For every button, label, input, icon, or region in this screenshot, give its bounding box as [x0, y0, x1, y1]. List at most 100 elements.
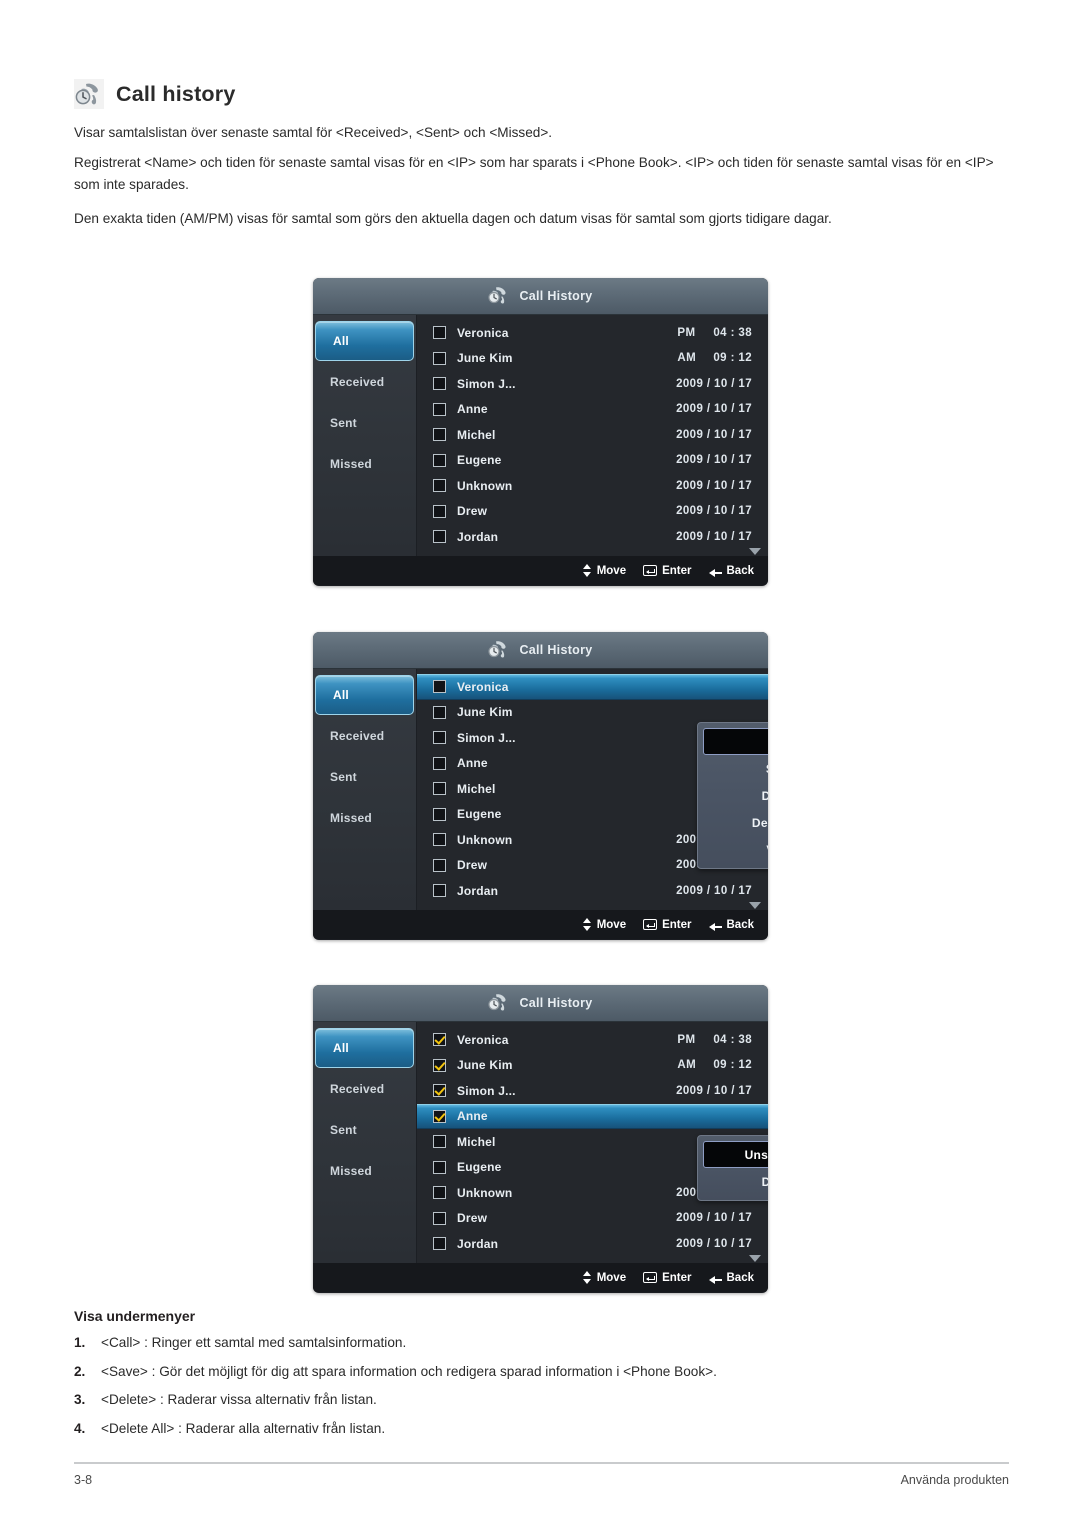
- row-checkbox[interactable]: [433, 326, 446, 340]
- footer-back-label: Back: [726, 918, 755, 931]
- sidebar-item-received[interactable]: Received: [313, 1068, 416, 1109]
- row-checkbox[interactable]: [433, 1160, 446, 1174]
- footer-back-key[interactable]: Back: [708, 565, 754, 577]
- footer-enter-label: Enter: [662, 564, 692, 577]
- intro-paragraph-1: Visar samtalslistan över senaste samtal …: [74, 125, 553, 140]
- row-checkbox[interactable]: [433, 402, 446, 416]
- sidebar-item-missed[interactable]: Missed: [313, 797, 416, 838]
- osd-titlebar: Call History: [313, 278, 768, 315]
- row-checkbox[interactable]: [433, 504, 446, 518]
- context-menu-item-delete-all[interactable]: Delete All: [703, 809, 768, 836]
- table-row[interactable]: Simon J... 2009 / 10 / 17: [417, 1078, 768, 1104]
- context-menu-item-delete[interactable]: Delete: [703, 1168, 768, 1195]
- footer-move-key[interactable]: Move: [582, 1271, 627, 1284]
- row-checkbox[interactable]: [433, 858, 446, 872]
- table-row[interactable]: Jordan 2009 / 10 / 17: [417, 878, 768, 904]
- sidebar-item-missed[interactable]: Missed: [313, 443, 416, 484]
- table-row[interactable]: Eugene 2009 / 10 / 17: [417, 448, 768, 474]
- table-row[interactable]: Veronica: [417, 674, 768, 700]
- table-row[interactable]: Drew 2009 / 10 / 17: [417, 1206, 768, 1232]
- footer-back-key[interactable]: Back: [708, 1272, 754, 1284]
- row-date: 2009 / 10 / 17: [676, 530, 752, 543]
- footer-move-key[interactable]: Move: [582, 918, 626, 931]
- sidebar-item-received[interactable]: Received: [313, 361, 416, 402]
- context-menu-item-label: Delete: [761, 1174, 768, 1189]
- row-checkbox[interactable]: [433, 807, 446, 821]
- table-row[interactable]: Michel 2009 / 10 / 17: [417, 422, 768, 448]
- table-row[interactable]: Jordan 2009 / 10 / 17: [417, 524, 768, 550]
- table-row[interactable]: Jordan 2009 / 10 / 17: [417, 1231, 768, 1257]
- table-row[interactable]: Veronica PM 04 : 38: [417, 320, 768, 346]
- sidebar-item-missed[interactable]: Missed: [313, 1150, 416, 1191]
- table-row[interactable]: Drew 2009 / 10 / 17: [417, 499, 768, 525]
- context-menu-item-view[interactable]: View: [703, 836, 768, 863]
- row-checkbox[interactable]: [433, 731, 446, 745]
- row-checkbox[interactable]: [433, 479, 446, 493]
- row-date: 2009 / 10 / 17: [676, 884, 752, 897]
- row-name: Jordan: [457, 529, 499, 544]
- sidebar-item-label: Received: [330, 1081, 385, 1096]
- row-checkbox[interactable]: [433, 1211, 446, 1225]
- table-row[interactable]: Unknown 2009 / 10 / 17: [417, 473, 768, 499]
- sidebar-item-sent[interactable]: Sent: [313, 756, 416, 797]
- footer-enter-key[interactable]: Enter: [643, 1272, 692, 1284]
- context-menu-item-delete[interactable]: Delete: [703, 782, 768, 809]
- multiselect-context-menu: Unselect All Delete: [697, 1135, 768, 1201]
- row-checkbox[interactable]: [433, 1237, 446, 1251]
- scroll-down-icon[interactable]: [749, 1255, 761, 1262]
- footer-enter-key[interactable]: Enter: [643, 919, 692, 931]
- table-row[interactable]: Anne 2009 / 10 / 17: [417, 397, 768, 423]
- row-checkbox[interactable]: [433, 680, 446, 694]
- footer-move-key[interactable]: Move: [582, 564, 626, 577]
- row-time: AM 09 : 12: [677, 352, 752, 364]
- sidebar-item-sent[interactable]: Sent: [313, 402, 416, 443]
- row-checkbox[interactable]: [433, 377, 446, 391]
- left-arrow-icon: [708, 566, 722, 577]
- row-checkbox[interactable]: [433, 833, 446, 847]
- row-checkbox[interactable]: [433, 351, 446, 365]
- row-checkbox[interactable]: [433, 1186, 446, 1200]
- row-checkbox[interactable]: [433, 530, 446, 544]
- row-name: June Kim: [457, 351, 513, 366]
- call-list: Veronica PM 04 : 38 June Kim AM 09 : 12: [417, 1022, 768, 1263]
- table-row[interactable]: Anne: [417, 1103, 768, 1129]
- row-name: Unknown: [457, 1185, 513, 1200]
- row-checkbox[interactable]: [433, 1109, 446, 1123]
- table-row[interactable]: June Kim AM 09 : 12: [417, 1053, 768, 1079]
- footer-back-key[interactable]: Back: [708, 918, 755, 931]
- row-checkbox[interactable]: [433, 782, 446, 796]
- context-menu-item-save[interactable]: Save: [703, 755, 768, 782]
- context-menu-item-call[interactable]: Call: [703, 728, 768, 755]
- context-menu-item-label: Save: [766, 762, 768, 776]
- manual-page: Call history Visar samtalslistan över se…: [0, 0, 1080, 1527]
- list-item: 1. <Call> : Ringer ett samtal med samtal…: [74, 1333, 1004, 1352]
- table-row[interactable]: June Kim AM 09 : 12: [417, 346, 768, 372]
- row-checkbox[interactable]: [433, 884, 446, 898]
- table-row[interactable]: Simon J... 2009 / 10 / 17: [417, 371, 768, 397]
- context-menu-item-unselect-all[interactable]: Unselect All: [703, 1141, 768, 1168]
- osd-sidebar: All Received Sent Missed: [313, 669, 417, 910]
- sidebar-item-sent[interactable]: Sent: [313, 1109, 416, 1150]
- row-checkbox[interactable]: [433, 1058, 446, 1072]
- row-checkbox[interactable]: [433, 705, 446, 719]
- sidebar-item-all[interactable]: All: [315, 675, 414, 715]
- row-name: Unknown: [457, 832, 513, 847]
- sidebar-item-received[interactable]: Received: [313, 715, 416, 756]
- call-list: Veronica PM 04 : 38 June Kim AM 09 : 12: [417, 315, 768, 556]
- row-checkbox[interactable]: [433, 756, 446, 770]
- sidebar-item-all[interactable]: All: [315, 321, 414, 361]
- row-checkbox[interactable]: [433, 1033, 446, 1047]
- sidebar-item-all[interactable]: All: [315, 1028, 414, 1068]
- page-title-text: Call history: [116, 81, 236, 106]
- table-row[interactable]: Veronica PM 04 : 38: [417, 1027, 768, 1053]
- scroll-down-icon[interactable]: [749, 548, 761, 555]
- footer-move-label: Move: [596, 1271, 627, 1284]
- row-checkbox[interactable]: [433, 453, 446, 467]
- row-date: 2009 / 10 / 17: [676, 377, 752, 390]
- row-checkbox[interactable]: [433, 1135, 446, 1149]
- row-checkbox[interactable]: [433, 428, 446, 442]
- footer-enter-key[interactable]: Enter: [643, 564, 692, 577]
- row-date: 2009 / 10 / 17: [676, 1237, 752, 1250]
- row-checkbox[interactable]: [433, 1084, 446, 1098]
- scroll-down-icon[interactable]: [749, 902, 761, 909]
